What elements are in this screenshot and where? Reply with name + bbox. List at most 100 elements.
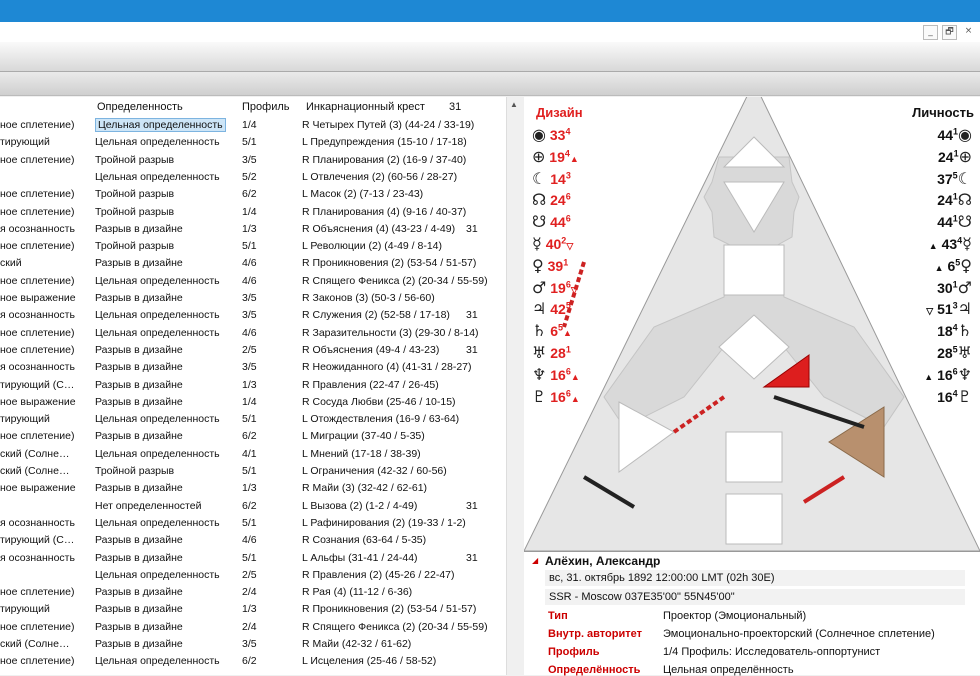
profile-cell: 4/1 — [242, 447, 257, 460]
definition-cell: Разрыв в дизайне — [95, 482, 183, 495]
planet-activation[interactable]: ♆ 166▲ — [532, 365, 580, 387]
table-row[interactable]: я осознанность Цельная определенность 3/… — [0, 307, 506, 324]
planet-activation[interactable]: ▲ 434☿ — [929, 234, 972, 256]
table-row[interactable]: ский (Солне… Разрыв в дизайне 3/5 R Майи… — [0, 636, 506, 653]
table-row[interactable]: тирующий Разрыв в дизайне 1/3 R Проникно… — [0, 601, 506, 618]
minimize-button[interactable]: _ — [923, 25, 938, 40]
table-row[interactable]: тирующий (С… Разрыв в дизайне 4/6 R Созн… — [0, 532, 506, 549]
fixing-mark: ▽ — [570, 284, 578, 295]
definition-cell: Цельная определенность — [95, 274, 220, 287]
auth-cell: ное сплетение) — [0, 430, 75, 443]
planet-activation[interactable]: 285♅ — [937, 343, 972, 365]
table-row[interactable]: ное сплетение) Тройной разрыв 1/4 R План… — [0, 204, 506, 221]
table-row[interactable]: ное выражение Разрыв в дизайне 3/5 R Зак… — [0, 290, 506, 307]
planet-activation[interactable]: ☿ 402▽ — [532, 234, 573, 256]
gate-line: 241 — [938, 148, 959, 165]
gate-line: 166 — [937, 366, 958, 383]
table-row[interactable]: тирующий (С… Разрыв в дизайне 1/3 R Прав… — [0, 377, 506, 394]
auth-cell: тирующий — [0, 603, 50, 616]
table-row[interactable]: я осознанность Цельная определенность 5/… — [0, 515, 506, 532]
planet-activation[interactable]: ♂ 196▽ — [532, 278, 578, 300]
count-cell: 31 — [466, 222, 478, 235]
collapse-icon[interactable]: ◢ — [532, 556, 538, 565]
planet-icon: ⊕ — [958, 146, 972, 166]
table-row[interactable]: я осознанность Разрыв в дизайне 1/3 R Об… — [0, 221, 506, 238]
planet-icon: ♇ — [532, 386, 547, 406]
table-row[interactable]: я осознанность Разрыв в дизайне 5/1 L Ал… — [0, 550, 506, 567]
title-bar — [0, 0, 980, 22]
design-title: Дизайн — [536, 105, 583, 120]
table-row[interactable]: ное выражение Разрыв в дизайне 1/4 R Сос… — [0, 394, 506, 411]
profile-cell: 4/6 — [242, 326, 257, 339]
planet-icon: ☋ — [532, 212, 547, 232]
table-row[interactable]: ное сплетение) Разрыв в дизайне 2/5 R Об… — [0, 342, 506, 359]
vertical-scrollbar[interactable]: ▲ — [506, 97, 523, 675]
info-value: Эмоционально-проекторский (Солнечное спл… — [663, 628, 935, 640]
table-row[interactable]: ное сплетение) Разрыв в дизайне 2/4 R Сп… — [0, 619, 506, 636]
profile-cell: 3/5 — [242, 361, 257, 374]
gate-line: 425 — [550, 300, 571, 318]
table-row[interactable]: ное сплетение) Цельная определенность 6/… — [0, 653, 506, 670]
table-row[interactable]: ский (Солне… Цельная определенность 4/1 … — [0, 446, 506, 463]
planet-activation[interactable]: ☾ 143 — [532, 169, 571, 191]
cross-cell: L Ограничения (42-32 / 60-56) — [302, 465, 447, 477]
scroll-up-icon[interactable]: ▲ — [510, 100, 518, 109]
results-table[interactable]: Определенность Профиль Инкарнационный кр… — [0, 97, 506, 675]
table-row[interactable]: ное выражение Разрыв в дизайне 1/3 R Май… — [0, 480, 506, 497]
table-row[interactable]: Нет определенностей 6/2 L Вызова (2) (1-… — [0, 498, 506, 515]
header-profile[interactable]: Профиль — [242, 101, 290, 115]
auth-cell: ное сплетение) — [0, 240, 75, 253]
planet-activation[interactable]: 164♇ — [937, 387, 972, 409]
table-row[interactable]: ное сплетение) Разрыв в дизайне 2/4 R Ра… — [0, 584, 506, 601]
planet-activation[interactable]: ▲ 166♆ — [924, 365, 972, 387]
table-row[interactable]: ное сплетение) Тройной разрыв 6/2 L Масо… — [0, 186, 506, 203]
planet-activation[interactable]: ♄ 65▲ — [532, 321, 572, 343]
table-row[interactable]: ное сплетение) Цельная определенность 1/… — [0, 117, 506, 134]
header-definition[interactable]: Определенность — [97, 101, 183, 115]
planet-activation[interactable]: ▲ 65♀ — [935, 256, 972, 278]
table-row[interactable]: ное сплетение) Тройной разрыв 3/5 R План… — [0, 152, 506, 169]
fixing-mark: ▲ — [928, 241, 938, 251]
auth-cell: тирующий (С… — [0, 534, 75, 547]
restore-button[interactable]: 🗗 — [942, 25, 957, 40]
planet-icon: ♄ — [532, 321, 547, 341]
planet-activation[interactable]: 184♄ — [937, 321, 972, 343]
table-row[interactable]: ное сплетение) Цельная определенность 4/… — [0, 273, 506, 290]
planet-activation[interactable]: 241⊕ — [938, 147, 972, 169]
planet-activation[interactable]: 301♂ — [937, 278, 972, 300]
planet-activation[interactable]: ☊ 246 — [532, 190, 571, 212]
table-row[interactable]: ное сплетение) Цельная определенность 4/… — [0, 325, 506, 342]
table-row[interactable]: Цельная определенность 2/5 R Правления (… — [0, 567, 506, 584]
planet-activation[interactable]: ▽ 513♃ — [926, 299, 972, 321]
cross-cell: R Правления (22-47 / 26-45) — [302, 378, 439, 391]
count-cell: 31 — [466, 309, 478, 322]
header-cross[interactable]: Инкарнационный крест — [306, 101, 425, 115]
sacral-center — [725, 431, 783, 483]
close-button[interactable]: × — [961, 25, 976, 40]
table-row[interactable]: Цельная определенность 5/2 L Отвлечения … — [0, 169, 506, 186]
planet-activation[interactable]: 241☊ — [937, 190, 972, 212]
table-row[interactable]: тирующий Цельная определенность 5/1 L Пр… — [0, 134, 506, 151]
planet-activation[interactable]: ♃ 425 — [532, 299, 571, 321]
planet-activation[interactable]: 441☋ — [937, 212, 972, 234]
planet-activation[interactable]: ♀ 391 — [532, 256, 568, 278]
sub-toolbar — [0, 72, 980, 96]
auth-cell: ное сплетение) — [0, 153, 75, 166]
table-row[interactable]: ное сплетение) Тройной разрыв 5/1 L Рево… — [0, 238, 506, 255]
planet-activation[interactable]: ◉ 334 — [532, 125, 570, 147]
planet-activation[interactable]: ☋ 446 — [532, 212, 571, 234]
planet-activation[interactable]: ♇ 166▲ — [532, 387, 580, 409]
table-row[interactable]: ский (Солне… Тройной разрыв 5/1 L Ограни… — [0, 463, 506, 480]
auth-cell: тирующий — [0, 413, 50, 426]
planet-icon: ☾ — [957, 168, 972, 188]
table-row[interactable]: ский Разрыв в дизайне 4/6 R Проникновени… — [0, 255, 506, 272]
profile-cell: 1/4 — [242, 395, 257, 408]
planet-activation[interactable]: ♅ 281 — [532, 343, 571, 365]
planet-activation[interactable]: 375☾ — [937, 169, 972, 191]
fixing-mark: ▲ — [924, 371, 934, 382]
table-row[interactable]: тирующий Цельная определенность 5/1 L От… — [0, 411, 506, 428]
table-row[interactable]: я осознанность Разрыв в дизайне 3/5 R Не… — [0, 359, 506, 376]
planet-activation[interactable]: ⊕ 194▲ — [532, 147, 579, 169]
planet-activation[interactable]: 441◉ — [937, 125, 972, 147]
table-row[interactable]: ное сплетение) Разрыв в дизайне 6/2 L Ми… — [0, 428, 506, 445]
